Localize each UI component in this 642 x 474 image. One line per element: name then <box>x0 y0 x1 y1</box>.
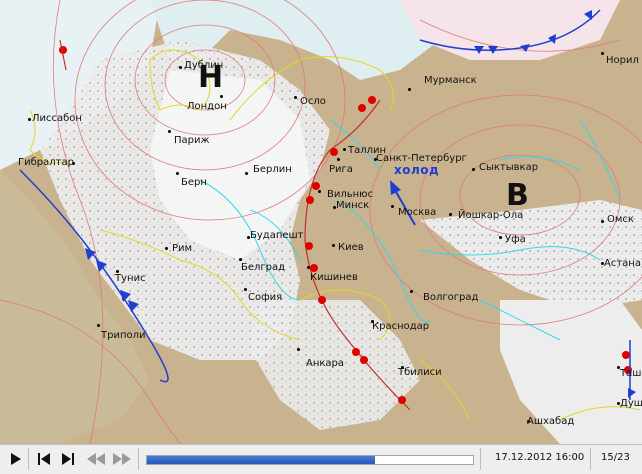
step-back-icon <box>38 453 50 465</box>
city-label: Йошкар-Ола <box>458 210 524 221</box>
timeline-progress-fill <box>147 456 376 464</box>
city-label: Краснодар <box>372 321 430 332</box>
city-label: Минск <box>336 200 370 211</box>
step-back-button[interactable] <box>34 449 54 469</box>
city-label: Лиссабон <box>32 113 82 124</box>
city-label: Омск <box>607 214 634 225</box>
city-label: Белград <box>241 262 286 273</box>
city-label: Тунис <box>115 273 146 284</box>
city-label: Уфа <box>505 234 526 245</box>
city-label: Дублин <box>184 60 224 71</box>
step-forward-icon <box>62 453 74 465</box>
cold-label: холод <box>394 163 440 177</box>
city-label: Астана <box>604 258 641 269</box>
fast-forward-button[interactable] <box>112 449 132 469</box>
play-icon <box>11 453 21 465</box>
city-label: Рига <box>329 164 353 175</box>
city-label: Таш <box>620 368 642 379</box>
timeline-progress-bar[interactable] <box>146 455 474 465</box>
city-label: Рим <box>172 243 193 254</box>
city-label: Анкара <box>306 358 345 369</box>
city-label: Сыктывкар <box>479 162 539 173</box>
city-label: Берн <box>181 177 207 188</box>
city-label: Ашхабад <box>527 416 575 427</box>
city-label: Мурманск <box>424 75 477 86</box>
city-label: Москва <box>398 207 437 218</box>
city-label: Лондон <box>187 101 227 112</box>
rewind-icon <box>87 453 105 465</box>
city-label: Гибралтар <box>18 157 74 168</box>
city-label: Кишинев <box>310 272 358 283</box>
map-base-layer <box>0 0 642 444</box>
city-label: Душ <box>620 398 642 409</box>
city-label: Волгоград <box>423 292 479 303</box>
play-button[interactable] <box>6 449 26 469</box>
high-pressure-label: В <box>506 178 529 213</box>
city-label: Тбилиси <box>398 367 442 378</box>
city-label: Осло <box>300 96 326 107</box>
weather-map-app: Н В холод Дублин Лондон Лиссабон Париж Г… <box>0 0 642 474</box>
city-label: Будапешт <box>250 230 304 241</box>
city-label: Триполи <box>101 330 146 341</box>
datetime-label: 17.12.2012 16:00 <box>495 452 585 463</box>
rewind-button[interactable] <box>86 449 106 469</box>
city-label: София <box>248 292 283 303</box>
frame-counter: 15/23 <box>601 452 630 463</box>
city-label: Париж <box>174 135 210 146</box>
city-label: Киев <box>338 242 364 253</box>
city-label: Норил <box>606 55 639 66</box>
city-label: Санкт-Петербург <box>376 153 467 164</box>
playback-toolbar: 17.12.2012 16:00 15/23 <box>0 444 642 474</box>
fast-forward-icon <box>113 453 131 465</box>
step-forward-button[interactable] <box>58 449 78 469</box>
weather-map: Н В холод Дублин Лондон Лиссабон Париж Г… <box>0 0 642 445</box>
city-label: Берлин <box>253 164 292 175</box>
